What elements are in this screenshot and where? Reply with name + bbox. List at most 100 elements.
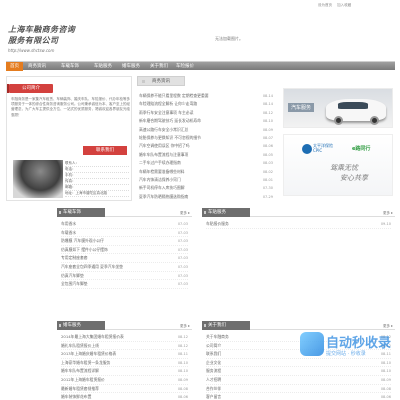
- watermark-title: 自动秒收录: [326, 336, 392, 351]
- list-item[interactable]: 上海豪华婚车租赁一条龙服务 08-10: [61, 359, 188, 368]
- nav-car-stickers[interactable]: 车贴服务: [94, 62, 112, 71]
- news-row[interactable]: 二手车过户手续办理指南 08-03: [139, 159, 273, 167]
- news-row[interactable]: 轮胎保养与更换知识 不可忽视的细节 08-07: [139, 134, 273, 142]
- news-title[interactable]: 夏季汽车防晒隔热膜选购指南: [139, 194, 188, 199]
- news-row[interactable]: 汽车内饰清洁保养小窍门 08-01: [139, 176, 273, 184]
- news-date: 08-12: [262, 110, 273, 115]
- news-title[interactable]: 新手司机停车入库技巧图解: [139, 185, 185, 190]
- news-title[interactable]: 新车磨合期驾驶技巧 延长发动机寿命: [139, 118, 201, 123]
- news-row[interactable]: 车辆保养不能只看里程数 定期检查更重要 08-14: [139, 92, 273, 100]
- list-item[interactable]: 仿真汽车脚垫 07-03: [61, 272, 188, 281]
- news-title[interactable]: 汽车内饰清洁保养小窍门: [139, 177, 181, 182]
- list-item[interactable]: 婚礼车队租赁报价上线 08-12: [61, 342, 188, 351]
- list-item[interactable]: 婚车装饰鲜花布置 08-06: [61, 393, 188, 400]
- list-item[interactable]: 仿真膜如下 摆件小公仔摆饰 07-03: [61, 246, 188, 255]
- car-banner[interactable]: 汽车服务: [283, 88, 393, 128]
- more-link[interactable]: 更多: [180, 323, 190, 329]
- list-item[interactable]: 2014年最上海大集团婚车租赁报价表 08-12: [61, 333, 188, 342]
- news-date: 08-06: [262, 144, 273, 149]
- news-row[interactable]: 车辆年检需要准备哪些材料 08-02: [139, 168, 273, 176]
- logo-line2: 服务有限公司: [8, 35, 59, 45]
- list-item[interactable]: 客户留言 08-06: [206, 393, 391, 400]
- list-item[interactable]: 2013年上海婚庆婚车租赁价格表 08-11: [61, 350, 188, 359]
- panel-title[interactable]: 车载车饰: [57, 208, 105, 217]
- nav-home[interactable]: 首页: [6, 62, 23, 71]
- news-title[interactable]: 二手车过户手续办理指南: [139, 160, 181, 165]
- nav-wedding-cars[interactable]: 婚车服务: [122, 62, 140, 71]
- news-tab[interactable]: 商务资讯: [137, 76, 185, 86]
- list-item[interactable]: 车用香水 07-03: [61, 220, 188, 229]
- list-item[interactable]: 专用定制座套套 07-03: [61, 254, 188, 263]
- contact-field: 地址：上海市普陀区真北路: [65, 191, 129, 197]
- nav-insurance-quote[interactable]: 车险报价: [176, 62, 194, 71]
- news-row[interactable]: 婚车车队布置流程与注意事项 08-05: [139, 151, 273, 159]
- list-item[interactable]: 婚车车队布置流程详解 08-10: [61, 367, 188, 376]
- list-item[interactable]: 汽车座套全包四季通用 夏季汽车坐垫 07-03: [61, 263, 188, 272]
- logo-url: http://www.shctsw.com: [8, 48, 55, 53]
- list-item[interactable]: 全包围汽车脚垫 07-03: [61, 280, 188, 289]
- nav-about[interactable]: 关于我们: [150, 62, 168, 71]
- news-title[interactable]: 轮胎保养与更换知识 不可忽视的细节: [139, 135, 201, 140]
- car-banner-caption: 汽车服务: [288, 103, 315, 112]
- news-title[interactable]: 车险理赔流程全解析 让你少走弯路: [139, 101, 197, 106]
- news-row[interactable]: 雨季行车安全注意事项 车主必读 08-12: [139, 109, 273, 117]
- news-row[interactable]: 汽车空调使用误区 你中招了吗 08-06: [139, 142, 273, 150]
- news-title[interactable]: 车辆年检需要准备哪些材料: [139, 169, 185, 174]
- contact-tab[interactable]: 联系我们: [83, 146, 127, 155]
- news-date: 07-29: [262, 194, 273, 199]
- more-link[interactable]: 更多: [383, 210, 393, 216]
- news-date: 07-30: [262, 186, 273, 191]
- panel-title[interactable]: 车贴服务: [202, 208, 250, 217]
- panel-car-stickers: 车贴服务 更多 车贴报价服务09-10: [202, 208, 395, 304]
- news-date: 08-14: [262, 102, 273, 107]
- news-list: 车辆保养不能只看里程数 定期检查更重要 08-14 车险理赔流程全解析 让你少走弯…: [139, 92, 273, 201]
- intro-tab[interactable]: 公司简介: [7, 84, 53, 93]
- news-row[interactable]: 新手司机停车入库技巧图解 07-30: [139, 184, 273, 192]
- right-column: 汽车服务 太平洋保险 CPIC e路同行 驾乘无忧 安心共享: [283, 76, 395, 201]
- panel-list: 2014年最上海大集团婚车租赁报价表 08-12 婚礼车队租赁报价上线 08-12 …: [61, 333, 188, 400]
- panel-header: 车贴服务 更多: [202, 208, 395, 217]
- list-item[interactable]: 防爆膜 汽车膜外观小公仔 07-03: [61, 237, 188, 246]
- insurer-name: 太平洋保险 CPIC: [313, 143, 333, 153]
- nav-car-accessories[interactable]: 车载车饰: [61, 62, 79, 71]
- insurer-logo-icon: [302, 144, 312, 154]
- watermark-logo-icon: [300, 332, 324, 356]
- car-window: [338, 102, 368, 109]
- news-title[interactable]: 婚车车队布置流程与注意事项: [139, 152, 188, 157]
- site-logo[interactable]: 上海车融商务咨询 服务有限公司 http://www.shctsw.com: [6, 20, 96, 64]
- news-title[interactable]: 车辆保养不能只看里程数 定期检查更重要: [139, 93, 209, 98]
- news-row[interactable]: 高速公路行车安全小常识汇总 08-09: [139, 126, 273, 134]
- news-row[interactable]: 新车磨合期驾驶技巧 延长发动机寿命 08-10: [139, 117, 273, 125]
- insurer2-logo: e路同行: [352, 146, 371, 152]
- contact-photo: [13, 160, 63, 198]
- news-row[interactable]: 车险理赔流程全解析 让你少走弯路 08-14: [139, 100, 273, 108]
- add-favorite-link[interactable]: 加入收藏: [337, 3, 351, 7]
- more-link[interactable]: 更多: [180, 210, 190, 216]
- news-title[interactable]: 汽车空调使用误区 你中招了吗: [139, 143, 190, 148]
- news-date: 08-02: [262, 169, 273, 174]
- top-links: 设为首页 加入收藏: [318, 3, 355, 8]
- insurance-banner[interactable]: 太平洋保险 CPIC e路同行 驾乘无忧 安心共享: [283, 134, 393, 196]
- panel-list: 车用香水 07-03 车载香水 07-03 防爆膜 汽车膜外观小公仔 07-03 仿真…: [61, 220, 188, 289]
- list-item[interactable]: 2012年上海婚车租赁报价 08-09: [61, 376, 188, 385]
- more-link[interactable]: 更多: [383, 323, 393, 329]
- main-nav: 首页 商务资讯 车载车饰 车贴服务 婚车服务 关于我们 车险报价: [6, 61, 395, 71]
- insurance-slogan: 驾乘无忧 安心共享: [330, 164, 368, 182]
- watermark-overlay: 自动秒收录 提交网站 · 秒收录: [300, 330, 395, 390]
- news-title[interactable]: 雨季行车安全注意事项 车主必读: [139, 110, 193, 115]
- broken-image-text: 无法加载图片。: [215, 36, 243, 41]
- nav-news[interactable]: 商务资讯: [28, 62, 46, 71]
- panel-title[interactable]: 婚车服务: [57, 321, 105, 330]
- news-date: 08-01: [262, 177, 273, 182]
- panel-title[interactable]: 关于我们: [202, 321, 250, 330]
- news-title[interactable]: 高速公路行车安全小常识汇总: [139, 127, 188, 132]
- news-date: 08-05: [262, 152, 273, 157]
- panel-header: 关于我们 更多: [202, 321, 395, 330]
- list-item[interactable]: 最新婚车租赁套餐推荐 08-08: [61, 385, 188, 394]
- news-date: 08-07: [262, 135, 273, 140]
- list-item[interactable]: 车贴报价服务 09-10: [206, 220, 391, 229]
- news-date: 08-14: [262, 94, 273, 98]
- news-row[interactable]: 夏季汽车防晒隔热膜选购指南 07-29: [139, 193, 273, 201]
- list-item[interactable]: 车载香水 07-03: [61, 229, 188, 238]
- set-homepage-link[interactable]: 设为首页: [318, 3, 332, 7]
